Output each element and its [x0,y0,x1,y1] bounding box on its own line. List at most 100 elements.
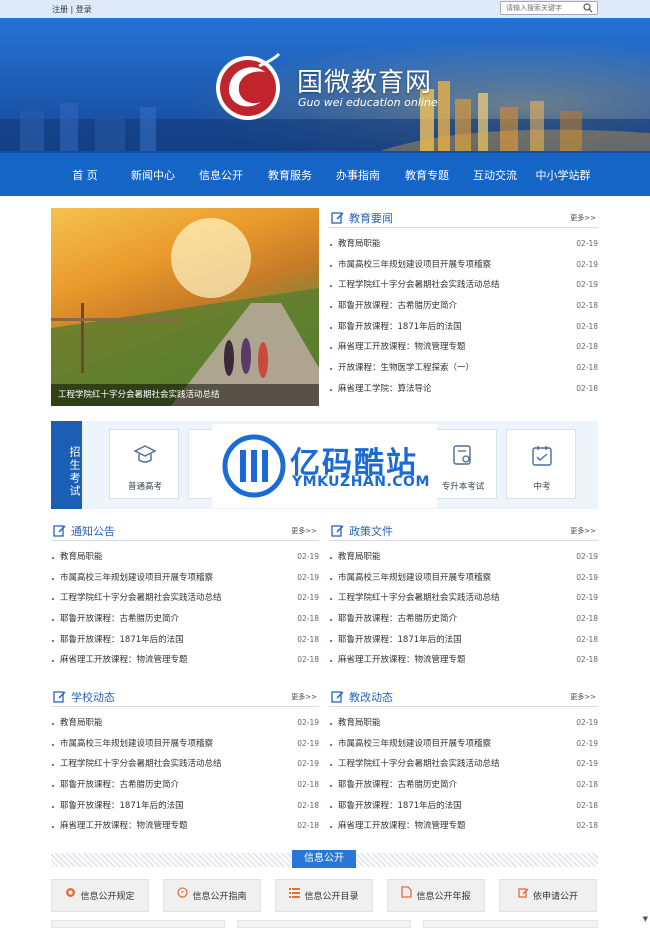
recruit-item-upgrade[interactable]: 专升本考试 [427,429,497,499]
info-button-guide[interactable]: 信息公开指南 [163,879,261,912]
info-button-apply[interactable]: 依申请公开 [499,879,597,912]
list-item[interactable]: 耶鲁开放课程：1871年后的法国 02-18 [329,317,598,338]
list-item[interactable]: 工程学院红十字分会暑期社会实践活动总结 02-19 [329,275,598,296]
list-item[interactable]: 耶鲁开放课程：古希腊历史简介 02-18 [51,609,319,630]
edit-icon [518,880,529,913]
list-item[interactable]: 麻省理工开放课程：物流管理专题 02-18 [51,650,319,671]
list-item[interactable]: 耶鲁开放课程：1871年后的法国 02-18 [329,796,598,817]
list-item[interactable]: 工程学院红十字分会暑期社会实践活动总结 02-19 [51,588,319,609]
list-item[interactable]: 工程学院红十字分会暑期社会实践活动总结 02-19 [51,754,319,775]
list-item[interactable]: 市属高校三年规划建设项目开展专项稽察 02-19 [329,734,598,755]
header-banner: 注册 | 登录 国微教育网 Guo wei education online [0,0,650,151]
list-item[interactable]: 教育局职能 02-19 [329,547,598,568]
list-item[interactable]: 教育局职能 02-19 [51,547,319,568]
edit-icon [331,525,344,537]
edu-news-more-link[interactable]: 更多>> [570,213,596,223]
info-tile[interactable] [51,920,225,928]
list-item[interactable]: 麻省理工开放课程：物流管理专题 02-18 [329,650,598,671]
list-item[interactable]: 耶鲁开放课程：古希腊历史简介 02-18 [329,296,598,317]
info-bottom-row [51,920,598,928]
nav-school-sites[interactable]: 中小学站群 [528,153,598,198]
notice-panel: 通知公告 更多>> 教育局职能 02-19 市属高校三年规划建设项目开展专项稽察 0… [51,521,319,671]
logo-title-cn: 国微教育网 [297,68,433,98]
list-item[interactable]: 耶鲁开放课程：1871年后的法国 02-18 [51,630,319,651]
list-item[interactable]: 教育局职能 02-19 [329,234,598,255]
main-nav: 首 页 新闻中心 信息公开 教育服务 办事指南 教育专题 互动交流 中小学站群 [0,151,650,196]
reform-title: 教改动态 [349,691,393,704]
list-item[interactable]: 市属高校三年规划建设项目开展专项稽察 02-19 [329,255,598,276]
calendar-icon [532,446,552,466]
nav-interaction[interactable]: 互动交流 [460,153,530,198]
nav-edu-service[interactable]: 教育服务 [255,153,325,198]
hero-slide[interactable]: 工程学院红十字分会暑期社会实践活动总结 [51,208,319,406]
recruit-tag: 招生考试 [51,421,82,509]
register-link[interactable]: 注册 [52,5,68,14]
school-header: 学校动态 更多>> [51,687,319,707]
list-item[interactable]: 开放课程：生物医学工程探索（一） 02-18 [329,358,598,379]
list-icon [289,880,301,913]
list-item[interactable]: 市属高校三年规划建设项目开展专项稽察 02-19 [51,568,319,589]
watermark-subtitle: YMKUZHAN.COM [292,474,430,490]
list-item[interactable]: 耶鲁开放课程：1871年后的法国 02-18 [329,630,598,651]
info-tile[interactable] [423,920,598,928]
list-item[interactable]: 麻省理工开放课程：物流管理专题 02-18 [51,816,319,837]
edu-news-panel: 教育要闻 更多>> 教育局职能 02-19 市属高校三年规划建设项目开展专项稽察 0… [329,208,598,400]
list-item[interactable]: 教育局职能 02-19 [51,713,319,734]
school-panel: 学校动态 更多>> 教育局职能 02-19 市属高校三年规划建设项目开展专项稽察 0… [51,687,319,837]
edu-news-list: 教育局职能 02-19 市属高校三年规划建设项目开展专项稽察 02-19 工程学院红… [329,234,598,400]
info-tile[interactable] [237,920,411,928]
scrollbar[interactable]: ▼ [643,0,648,928]
list-item[interactable]: 麻省理工学院：算法导论 02-18 [329,379,598,400]
nav-info-public[interactable]: 信息公开 [186,153,256,198]
nav-home[interactable]: 首 页 [50,153,120,198]
login-link[interactable]: 登录 [76,5,92,14]
search-input[interactable] [501,2,579,14]
nav-news[interactable]: 新闻中心 [118,153,188,198]
edit-icon [53,525,66,537]
list-item[interactable]: 耶鲁开放课程：古希腊历史简介 02-18 [329,609,598,630]
document-icon [401,880,413,913]
list-item[interactable]: 市属高校三年规划建设项目开展专项稽察 02-19 [329,568,598,589]
list-item[interactable]: 市属高校三年规划建设项目开展专项稽察 02-19 [51,734,319,755]
school-list: 教育局职能 02-19 市属高校三年规划建设项目开展专项稽察 02-19 工程学院红… [51,713,319,837]
list-item[interactable]: 麻省理工开放课程：物流管理专题 02-18 [329,816,598,837]
list-item[interactable]: 耶鲁开放课程：古希腊历史简介 02-18 [329,775,598,796]
school-title: 学校动态 [71,691,115,704]
info-button-catalog[interactable]: 信息公开目录 [275,879,373,912]
notice-title: 通知公告 [71,525,115,538]
notice-list: 教育局职能 02-19 市属高校三年规划建设项目开展专项稽察 02-19 工程学院红… [51,547,319,671]
policy-list: 教育局职能 02-19 市属高校三年规划建设项目开展专项稽察 02-19 工程学院红… [329,547,598,671]
school-more-link[interactable]: 更多>> [291,692,317,702]
watermark-logo-icon [222,434,286,498]
reform-header: 教改动态 更多>> [329,687,598,707]
info-button-rules[interactable]: 信息公开规定 [51,879,149,912]
edu-news-header: 教育要闻 更多>> [329,208,598,228]
hero-photo [51,218,319,406]
list-item[interactable]: 耶鲁开放课程：古希腊历史简介 02-18 [51,775,319,796]
top-bar: 注册 | 登录 [0,0,650,18]
list-item[interactable]: 工程学院红十字分会暑期社会实践活动总结 02-19 [329,754,598,775]
list-item[interactable]: 麻省理工开放课程：物流管理专题 02-18 [329,337,598,358]
list-item[interactable]: 耶鲁开放课程：1871年后的法国 02-18 [51,796,319,817]
search-icon[interactable] [583,3,593,16]
scroll-arrow-icon[interactable]: ▼ [643,915,648,923]
site-logo[interactable]: 国微教育网 Guo wei education online [213,52,443,122]
notice-header: 通知公告 更多>> [51,521,319,541]
list-item[interactable]: 教育局职能 02-19 [329,713,598,734]
recruit-item-gaokao[interactable]: 普通高考 [109,429,179,499]
info-button-annual[interactable]: 信息公开年报 [387,879,485,912]
graduation-cap-icon [133,445,157,463]
policy-more-link[interactable]: 更多>> [570,526,596,536]
reform-more-link[interactable]: 更多>> [570,692,596,702]
nav-guide[interactable]: 办事指南 [323,153,393,198]
policy-title: 政策文件 [349,525,393,538]
reform-list: 教育局职能 02-19 市属高校三年规划建设项目开展专项稽察 02-19 工程学院红… [329,713,598,837]
search-box [500,1,598,15]
info-section-title: 信息公开 [292,850,356,868]
notice-more-link[interactable]: 更多>> [291,526,317,536]
hero-caption[interactable]: 工程学院红十字分会暑期社会实践活动总结 [51,384,319,406]
recruit-item-zhongkao[interactable]: 中考 [506,429,576,499]
list-item[interactable]: 工程学院红十字分会暑期社会实践活动总结 02-19 [329,588,598,609]
nav-topics[interactable]: 教育专题 [392,153,462,198]
info-section-header: 信息公开 [51,850,598,868]
